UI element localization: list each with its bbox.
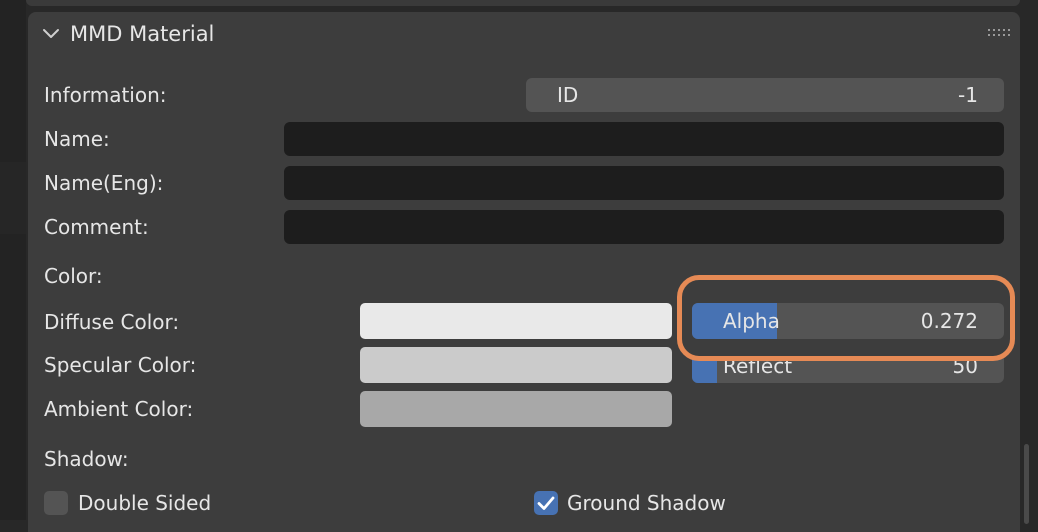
specular-color-label: Specular Color: [44, 353, 197, 377]
ground-shadow-checkbox[interactable] [534, 491, 558, 515]
scrollbar[interactable] [1024, 444, 1029, 524]
left-editor-strip [0, 0, 26, 520]
id-field-label: ID [557, 83, 579, 107]
previous-panel-edge [26, 0, 1020, 6]
ambient-color-swatch[interactable] [360, 391, 672, 427]
id-field-value: -1 [958, 83, 978, 107]
double-sided-checkbox[interactable] [44, 491, 68, 515]
diffuse-color-swatch[interactable] [360, 303, 672, 339]
ground-shadow-label[interactable]: Ground Shadow [567, 490, 726, 516]
information-label: Information: [44, 83, 167, 107]
alpha-highlight-outline [677, 275, 1015, 361]
grip-dots-icon[interactable] [988, 29, 1010, 37]
double-sided-label[interactable]: Double Sided [78, 490, 211, 516]
comment-label: Comment: [44, 215, 149, 239]
color-section-label: Color: [44, 264, 103, 288]
checkmark-icon [537, 496, 555, 510]
chevron-down-icon[interactable] [42, 25, 60, 43]
name-eng-label: Name(Eng): [44, 171, 164, 195]
name-label: Name: [44, 127, 110, 151]
material-id-field[interactable]: ID -1 [526, 78, 1004, 112]
name-input[interactable] [284, 122, 1004, 156]
diffuse-color-label: Diffuse Color: [44, 310, 180, 334]
shadow-section-label: Shadow: [44, 447, 129, 471]
specular-color-swatch[interactable] [360, 347, 672, 383]
panel-title[interactable]: MMD Material [70, 20, 214, 48]
ambient-color-label: Ambient Color: [44, 397, 194, 421]
name-eng-input[interactable] [284, 166, 1004, 200]
comment-input[interactable] [284, 210, 1004, 244]
